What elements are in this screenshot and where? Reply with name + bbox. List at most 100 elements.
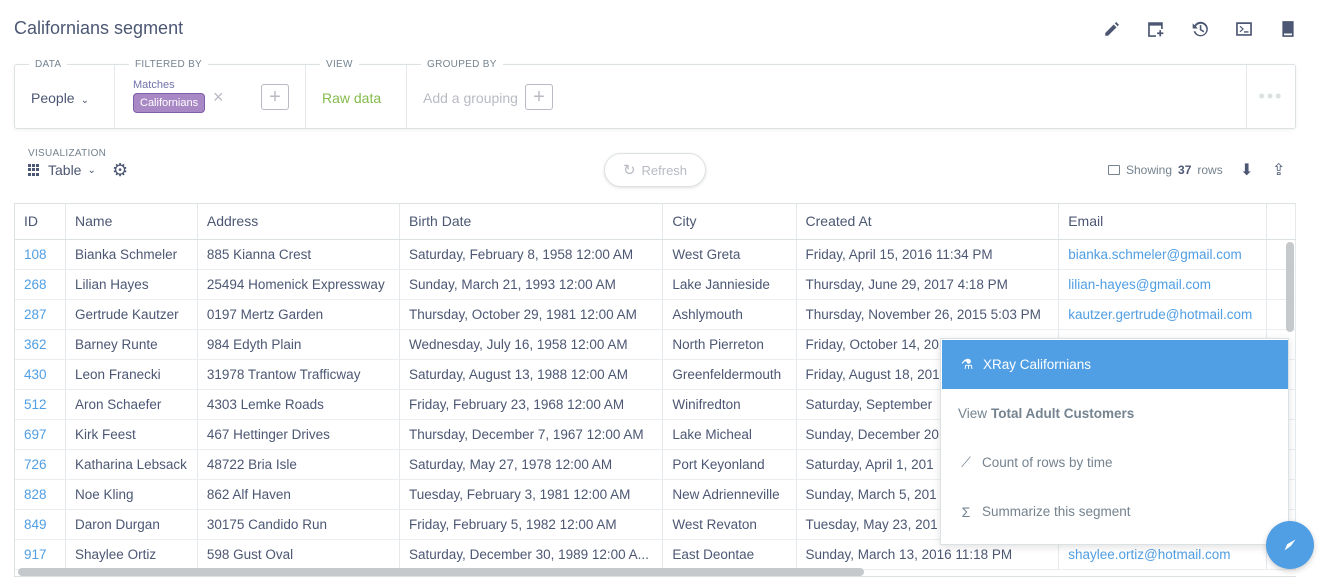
add-grouping-button[interactable]: + — [525, 84, 553, 110]
add-grouping-placeholder[interactable]: Add a grouping — [423, 90, 518, 106]
filter-label: FILTERED BY — [129, 59, 209, 70]
column-header-email[interactable]: Email — [1058, 204, 1268, 240]
xray-label: XRay Californians — [983, 357, 1092, 372]
cell-city: North Pierreton — [662, 329, 797, 360]
chevron-down-icon: ⌄ — [87, 164, 96, 176]
data-source-select[interactable]: People ⌄ — [31, 90, 89, 106]
visualization-label: VISUALIZATION — [28, 148, 107, 159]
refresh-icon: ↻ — [622, 162, 636, 179]
history-icon[interactable] — [1178, 18, 1222, 40]
cell-city: West Revaton — [662, 509, 797, 540]
table-row: 268 Lilian Hayes 25494 Homenick Expressw… — [15, 269, 1296, 300]
chevron-down-icon: ⌄ — [80, 95, 89, 106]
remove-filter-icon[interactable]: × — [213, 87, 224, 108]
cell-address: 885 Kianna Crest — [197, 239, 401, 270]
filter-pill[interactable]: Californians — [133, 93, 206, 113]
cell-address: 467 Hettinger Drives — [197, 419, 401, 450]
cell-birth-date: Sunday, March 21, 1993 12:00 AM — [399, 269, 664, 300]
compass-button[interactable] — [1266, 521, 1314, 569]
xray-menu-item[interactable]: ⚗ XRay Californians — [942, 340, 1288, 389]
cell-email[interactable]: lilian-hayes@gmail.com — [1058, 269, 1268, 300]
summarize-label: Summarize this segment — [982, 504, 1131, 519]
cell-email[interactable]: bianka.schmeler@gmail.com — [1058, 239, 1268, 270]
gear-icon[interactable]: ⚙ — [112, 160, 128, 181]
filter-section: FILTERED BY Matches Californians × + — [115, 59, 306, 128]
cell-id[interactable]: 108 — [15, 239, 67, 270]
filter-matches-label: Matches — [133, 79, 175, 91]
cell-name: Aron Schaefer — [65, 389, 198, 420]
cell-created-at: Friday, April 15, 2016 11:34 PM — [796, 239, 1060, 270]
cell-address: 984 Edyth Plain — [197, 329, 401, 360]
sql-icon[interactable] — [1222, 18, 1266, 40]
count-by-time-item[interactable]: ⟋ Count of rows by time — [941, 438, 1288, 487]
view-prefix: View — [958, 406, 988, 421]
row-count-value: 37 — [1178, 163, 1192, 177]
cell-address: 25494 Homenick Expressway — [197, 269, 401, 300]
column-header-birth-date[interactable]: Birth Date — [399, 204, 664, 240]
data-section: DATA People ⌄ — [15, 59, 115, 128]
horizontal-scrollbar[interactable] — [18, 568, 864, 576]
view-target: Total Adult Customers — [991, 406, 1135, 421]
table-row: 287 Gertrude Kautzer 0197 Mertz Garden T… — [15, 299, 1296, 330]
cell-id[interactable]: 917 — [15, 539, 67, 570]
data-label: DATA — [29, 59, 68, 70]
add-filter-button[interactable]: + — [261, 84, 289, 110]
cell-city: Greenfeldermouth — [662, 359, 797, 390]
cell-name: Katharina Lebsack — [65, 449, 198, 480]
cell-name: Gertrude Kautzer — [65, 299, 198, 330]
summarize-item[interactable]: Σ Summarize this segment — [941, 487, 1288, 536]
view-select[interactable]: Raw data — [322, 90, 381, 106]
column-header-name[interactable]: Name — [65, 204, 198, 240]
cell-address: 598 Gust Oval — [197, 539, 401, 570]
row-count-suffix: rows — [1197, 163, 1223, 177]
download-icon[interactable]: ⬇ — [1240, 160, 1253, 180]
cell-id[interactable]: 362 — [15, 329, 67, 360]
column-header-created-at[interactable]: Created At — [796, 204, 1060, 240]
pencil-icon[interactable] — [1090, 18, 1134, 40]
view-total-adult-customers-item[interactable]: View Total Adult Customers — [941, 389, 1288, 438]
cell-birth-date: Saturday, May 27, 1978 12:00 AM — [399, 449, 664, 480]
cell-id[interactable]: 726 — [15, 449, 67, 480]
table-grid-icon — [28, 164, 40, 176]
cell-address: 862 Alf Haven — [197, 479, 401, 510]
cell-birth-date: Thursday, October 29, 1981 12:00 AM — [399, 299, 664, 330]
cell-id[interactable]: 849 — [15, 509, 67, 540]
cell-city: Lake Micheal — [662, 419, 797, 450]
visualization-select[interactable]: Table ⌄ — [28, 162, 96, 178]
cell-name: Lilian Hayes — [65, 269, 198, 300]
cell-birth-date: Saturday, August 13, 1988 12:00 AM — [399, 359, 664, 390]
page-title: Californians segment — [14, 18, 184, 38]
cell-id[interactable]: 697 — [15, 419, 67, 450]
cell-city: New Adrienneville — [662, 479, 797, 510]
cell-id[interactable]: 430 — [15, 359, 67, 390]
cell-id[interactable]: 287 — [15, 299, 67, 330]
column-header-id[interactable]: ID — [15, 204, 67, 240]
refresh-button[interactable]: ↻ Refresh — [604, 153, 706, 187]
cell-id[interactable]: 268 — [15, 269, 67, 300]
cell-city: East Deontae — [662, 539, 797, 570]
cell-name: Daron Durgan — [65, 509, 198, 540]
cell-name: Noe Kling — [65, 479, 198, 510]
table-header-row: ID Name Address Birth Date City Created … — [15, 204, 1296, 240]
cell-created-at: Thursday, November 26, 2015 5:03 PM — [796, 299, 1060, 330]
cell-id[interactable]: 828 — [15, 479, 67, 510]
grouping-section: GROUPED BY Add a grouping + — [407, 59, 1247, 128]
bookmark-icon[interactable] — [1266, 18, 1310, 40]
cell-email[interactable]: kautzer.gertrude@hotmail.com — [1058, 299, 1268, 330]
column-header-address[interactable]: Address — [197, 204, 401, 240]
cell-id[interactable]: 512 — [15, 389, 67, 420]
cell-city: Winifredton — [662, 389, 797, 420]
data-source-value: People — [31, 90, 75, 106]
share-icon[interactable]: ⇪ — [1272, 160, 1285, 180]
vertical-scrollbar[interactable] — [1286, 242, 1294, 332]
table-row: 108 Bianka Schmeler 885 Kianna Crest Sat… — [15, 239, 1296, 270]
column-header-city[interactable]: City — [662, 204, 797, 240]
beaker-icon: ⚗ — [960, 356, 974, 372]
cell-birth-date: Wednesday, July 16, 1958 12:00 AM — [399, 329, 664, 360]
cell-city: Lake Jannieside — [662, 269, 797, 300]
cell-name: Shaylee Ortiz — [65, 539, 198, 570]
more-options-icon[interactable]: ••• — [1247, 65, 1295, 128]
sigma-icon: Σ — [961, 503, 971, 520]
add-to-dashboard-icon[interactable] — [1134, 18, 1178, 40]
cell-birth-date: Tuesday, February 3, 1981 12:00 AM — [399, 479, 664, 510]
